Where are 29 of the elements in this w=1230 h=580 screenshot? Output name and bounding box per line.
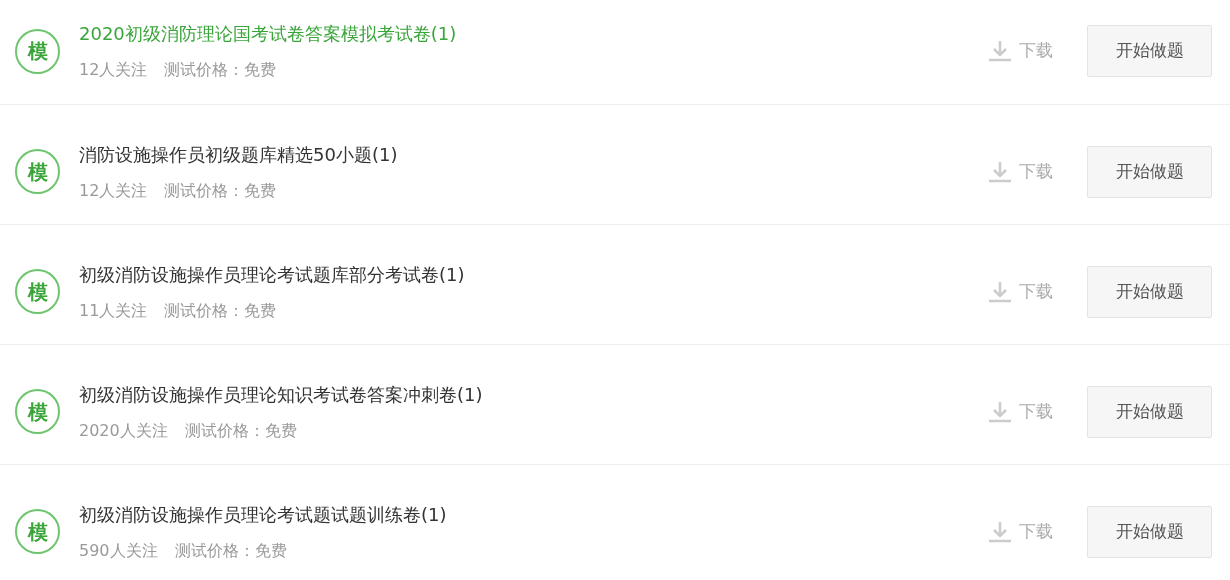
- test-price: 测试价格：免费: [184, 420, 297, 441]
- exam-title[interactable]: 初级消防设施操作员理论考试题试题训练卷(1): [79, 502, 987, 527]
- download-icon: [987, 280, 1013, 303]
- download-icon: [987, 160, 1013, 183]
- download-icon: [987, 40, 1013, 62]
- exam-badge-icon: 模: [15, 269, 60, 314]
- follower-count: 12人关注: [79, 180, 148, 201]
- test-price: 测试价格：免费: [164, 180, 277, 201]
- start-quiz-button[interactable]: 开始做题: [1087, 265, 1212, 318]
- exam-title[interactable]: 初级消防设施操作员理论知识考试卷答案冲刺卷(1): [79, 382, 987, 407]
- follower-count: 11人关注: [79, 300, 148, 321]
- download-icon: [987, 520, 1013, 543]
- follower-count: 590人关注: [79, 540, 158, 561]
- start-quiz-button[interactable]: 开始做题: [1087, 25, 1212, 77]
- exam-badge-icon: 模: [15, 149, 60, 194]
- test-price: 测试价格：免费: [164, 300, 277, 321]
- download-icon: [987, 400, 1013, 423]
- start-quiz-button[interactable]: 开始做题: [1087, 385, 1212, 438]
- exam-badge-icon: 模: [15, 28, 60, 74]
- exam-title[interactable]: 消防设施操作员初级题库精选50小题(1): [79, 142, 987, 167]
- exam-title[interactable]: 初级消防设施操作员理论考试题库部分考试卷(1): [79, 262, 987, 287]
- follower-count: 2020人关注: [79, 420, 168, 441]
- start-quiz-button[interactable]: 开始做题: [1087, 505, 1212, 558]
- test-price: 测试价格：免费: [164, 60, 277, 80]
- test-price: 测试价格：免费: [174, 540, 287, 561]
- exam-badge-icon: 模: [15, 509, 60, 554]
- follower-count: 12人关注: [79, 60, 148, 80]
- exam-badge-icon: 模: [15, 389, 60, 434]
- start-quiz-button[interactable]: 开始做题: [1087, 145, 1212, 198]
